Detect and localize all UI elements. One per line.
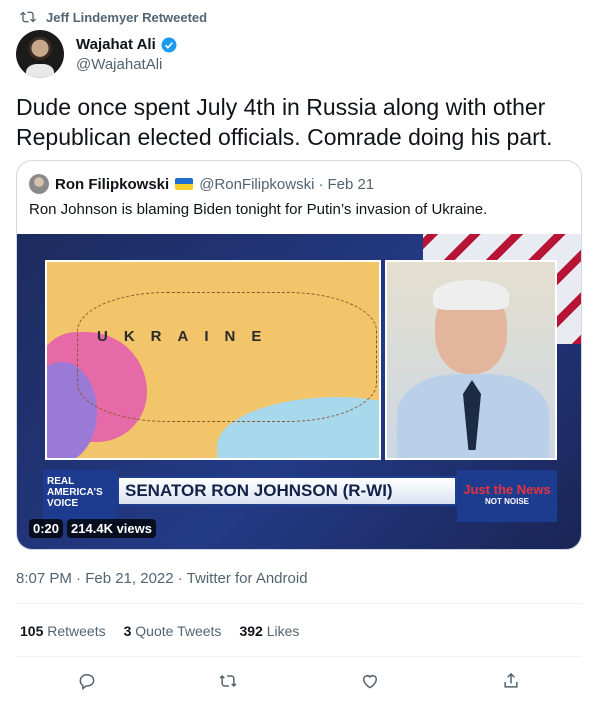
lower-third-banner: REAL AMERICA'S VOICE SENATOR RON JOHNSON… — [43, 470, 557, 522]
author-handle[interactable]: @WajahatAli — [76, 56, 178, 73]
lower-third-title: SENATOR RON JOHNSON (R-WI) — [117, 476, 457, 506]
map-label: UKRAINE — [97, 328, 278, 345]
ukraine-map-graphic: UKRAINE — [45, 260, 381, 460]
quoted-author-name[interactable]: Ron Filipkowski — [55, 176, 169, 193]
presenter-video-frame — [385, 260, 557, 460]
divider — [16, 656, 582, 657]
quoted-tweet-card[interactable]: Ron Filipkowski @RonFilipkowski · Feb 21… — [16, 160, 582, 550]
author-display-name[interactable]: Wajahat Ali — [76, 36, 156, 53]
retweet-icon — [20, 11, 36, 23]
retweet-context: Jeff Lindemyer Retweeted — [20, 9, 207, 25]
video-player[interactable]: UKRAINE REAL AMERICA'S VOICE SENATOR RON… — [17, 234, 581, 549]
tweet-timestamp[interactable]: 8:07 PM · Feb 21, 2022 · Twitter for And… — [16, 570, 308, 587]
like-icon[interactable] — [360, 671, 380, 691]
quoted-tweet-text: Ron Johnson is blaming Biden tonight for… — [29, 201, 488, 218]
quote-tweets-stat[interactable]: 3 Quote Tweets — [124, 623, 222, 639]
reply-icon[interactable] — [77, 671, 97, 691]
divider — [16, 603, 582, 604]
quoted-author-handle[interactable]: @RonFilipkowski — [199, 176, 314, 193]
share-icon[interactable] — [501, 671, 521, 691]
tweet-author: Wajahat Ali @WajahatAli — [16, 30, 178, 78]
retweet-context-text[interactable]: Jeff Lindemyer Retweeted — [46, 10, 207, 25]
likes-stat[interactable]: 392 Likes — [239, 623, 299, 639]
avatar[interactable] — [16, 30, 64, 78]
retweets-stat[interactable]: 105 Retweets — [20, 623, 106, 639]
separator-dot: · — [318, 175, 324, 193]
quoted-avatar[interactable] — [29, 174, 49, 194]
quoted-date[interactable]: Feb 21 — [327, 176, 374, 193]
network-logo: REAL AMERICA'S VOICE — [43, 470, 117, 522]
tweet-stats: 105 Retweets 3 Quote Tweets 392 Likes — [20, 623, 299, 639]
tweet-text: Dude once spent July 4th in Russia along… — [16, 94, 553, 150]
retweet-icon[interactable] — [218, 671, 238, 691]
show-logo: Just the News NOT NOISE — [457, 470, 557, 522]
video-duration: 0:20 — [29, 519, 64, 538]
verified-badge-icon — [161, 37, 177, 52]
ukraine-flag-icon — [175, 178, 194, 190]
tweet-actions — [16, 664, 582, 698]
video-views: 214.4K views — [67, 519, 156, 538]
